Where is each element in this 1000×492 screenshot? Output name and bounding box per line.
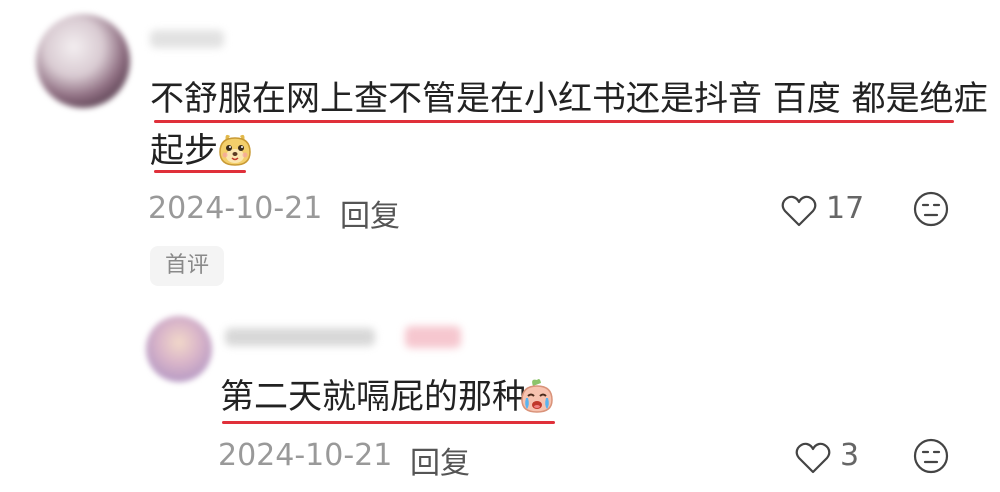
red-underline xyxy=(154,170,246,173)
comment-text-line-1: 不舒服在网上查不管是在小红书还是抖音 百度 都是绝症 xyxy=(150,79,988,119)
smirking-dog-emoji-icon xyxy=(219,134,251,166)
red-underline xyxy=(154,120,954,123)
commenter-name-blurred[interactable] xyxy=(150,30,224,48)
commenter-avatar[interactable] xyxy=(36,14,130,108)
like-count: 17 xyxy=(826,191,865,226)
replier-avatar[interactable] xyxy=(146,316,212,382)
red-underline xyxy=(222,421,555,424)
first-comment-badge: 首评 xyxy=(150,246,224,286)
heart-icon[interactable] xyxy=(780,194,818,228)
replier-name-blurred[interactable] xyxy=(225,328,375,346)
heart-icon[interactable] xyxy=(794,441,832,475)
author-tag-blurred xyxy=(405,326,461,348)
reply-button[interactable]: 回复 xyxy=(340,191,400,235)
comment-text-line-2: 起步 xyxy=(150,126,218,176)
crying-face-emoji-icon xyxy=(521,379,553,413)
reply-text: 第二天就嗝屁的那种 xyxy=(220,377,526,417)
comment-date: 2024-10-21 xyxy=(148,191,323,226)
reply-date: 2024-10-21 xyxy=(218,438,393,473)
dislike-face-icon[interactable] xyxy=(912,190,950,228)
dislike-face-icon[interactable] xyxy=(912,437,950,475)
comment-text-end: 起步 xyxy=(150,131,218,171)
like-count: 3 xyxy=(840,438,860,473)
reply-button[interactable]: 回复 xyxy=(410,438,470,482)
